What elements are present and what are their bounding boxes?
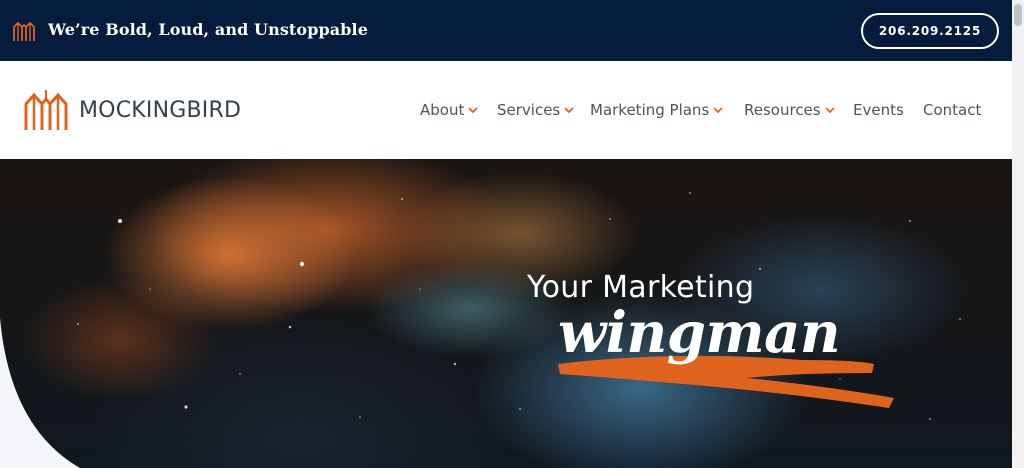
nav-item-events[interactable]: Events — [853, 101, 904, 119]
nav-item-marketing-plans[interactable]: Marketing Plans — [590, 101, 723, 119]
scrollbar-thumb[interactable] — [1014, 4, 1022, 26]
chevron-down-icon — [713, 107, 723, 114]
mockingbird-logo-icon — [13, 21, 35, 41]
top-bar: We’re Bold, Loud, and Unstoppable 206.20… — [0, 0, 1012, 61]
hero-curve-edge — [0, 318, 80, 468]
nav-item-services[interactable]: Services — [497, 101, 574, 119]
nav-item-about[interactable]: About — [420, 101, 478, 119]
hero-script-word: wingman — [558, 300, 841, 366]
star-field — [77, 192, 961, 420]
phone-button[interactable]: 206.209.2125 — [861, 13, 999, 49]
nav-item-label: About — [420, 101, 465, 119]
chevron-down-icon — [564, 107, 574, 114]
site-header: MOCKINGBIRD About Services Marketing Pla… — [0, 61, 1012, 159]
nav-item-label: Events — [853, 101, 904, 119]
nav-item-label: Contact — [923, 101, 982, 119]
hero-banner — [0, 159, 1012, 468]
chevron-down-icon — [468, 107, 478, 114]
chevron-down-icon — [824, 107, 835, 114]
nav-item-label: Resources — [744, 101, 821, 119]
nav-item-resources[interactable]: Resources — [744, 101, 835, 119]
nav-item-label: Services — [497, 101, 561, 119]
tagline: We’re Bold, Loud, and Unstoppable — [48, 20, 368, 39]
page-scrollbar[interactable] — [1012, 0, 1024, 468]
nav-item-contact[interactable]: Contact — [923, 101, 981, 119]
main-nav: About Services Marketing Plans Resources… — [0, 101, 1012, 125]
nav-item-label: Marketing Plans — [590, 101, 710, 119]
